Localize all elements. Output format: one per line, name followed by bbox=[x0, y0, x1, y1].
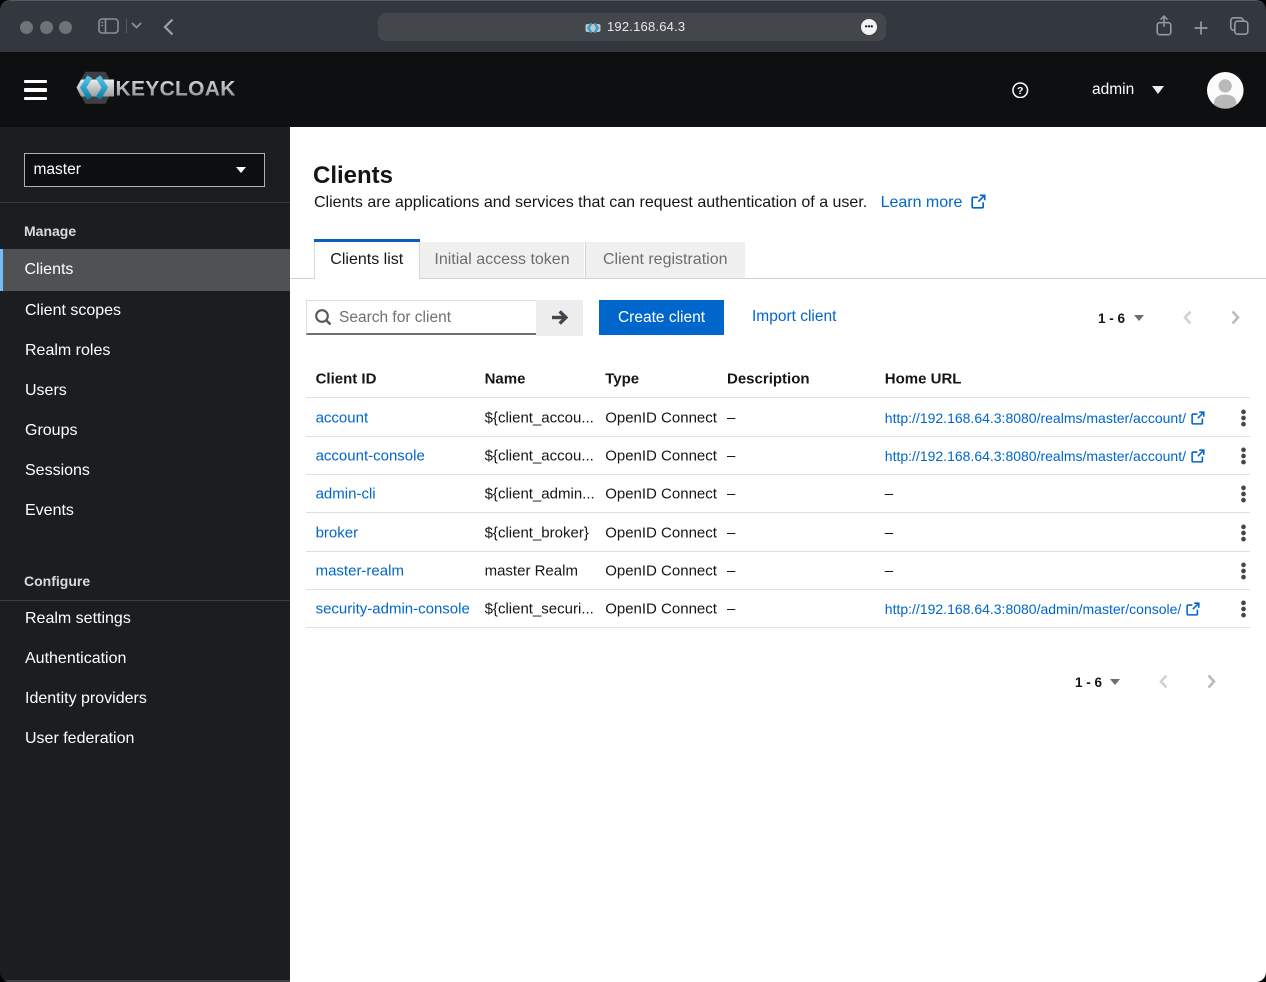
svg-text:?: ? bbox=[1017, 85, 1023, 97]
svg-text:KEYCLOAK: KEYCLOAK bbox=[116, 77, 236, 100]
